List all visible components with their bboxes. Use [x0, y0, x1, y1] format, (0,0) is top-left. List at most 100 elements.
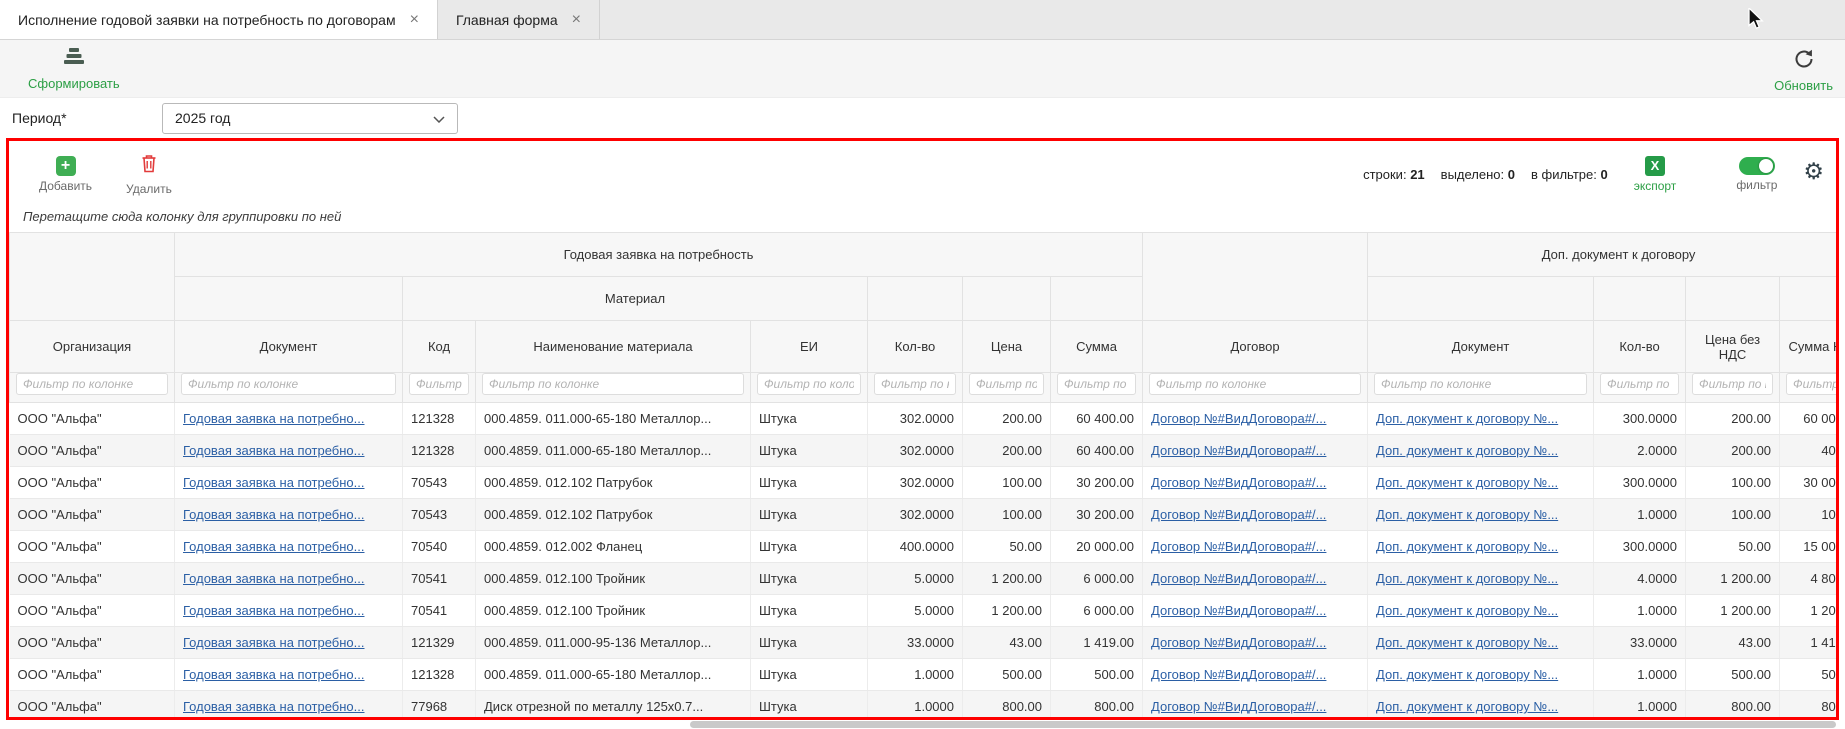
cell-link-doc2[interactable]: Доп. документ к договору №... [1376, 539, 1558, 554]
column-header-organization[interactable]: Организация [10, 321, 175, 373]
delete-button[interactable]: Удалить [126, 153, 172, 196]
gear-icon[interactable]: ⚙ [1803, 160, 1824, 183]
column-header-qty[interactable]: Кол-во [868, 321, 963, 373]
cell-link-doc2[interactable]: Доп. документ к договору №... [1376, 475, 1558, 490]
table-row[interactable]: ООО "Альфа"Годовая заявка на потребно...… [10, 659, 1837, 691]
cell-link-contract[interactable]: Договор №#ВидДоговора#/... [1151, 635, 1326, 650]
column-header-price[interactable]: Цена [963, 321, 1051, 373]
table-row[interactable]: ООО "Альфа"Годовая заявка на потребно...… [10, 499, 1837, 531]
cell-link-doc[interactable]: Годовая заявка на потребно... [183, 539, 365, 554]
generate-button[interactable]: Сформировать [28, 46, 120, 91]
cell-price2: 100.00 [1686, 499, 1780, 531]
cell-code: 70540 [403, 531, 476, 563]
cell-link-doc2[interactable]: Доп. документ к договору №... [1376, 699, 1558, 714]
table-row[interactable]: ООО "Альфа"Годовая заявка на потребно...… [10, 531, 1837, 563]
column-header-code[interactable]: Код [403, 321, 476, 373]
cell-link-doc2[interactable]: Доп. документ к договору №... [1376, 443, 1558, 458]
filter-input-qty[interactable] [874, 373, 956, 395]
column-header-qty2[interactable]: Кол-во [1594, 321, 1686, 373]
cell-price: 200.00 [963, 435, 1051, 467]
cell-link-contract[interactable]: Договор №#ВидДоговора#/... [1151, 603, 1326, 618]
cell-link-doc2[interactable]: Доп. документ к договору №... [1376, 635, 1558, 650]
cell-link-doc2[interactable]: Доп. документ к договору №... [1376, 603, 1558, 618]
column-header-sum[interactable]: Сумма [1051, 321, 1143, 373]
table-row[interactable]: ООО "Альфа"Годовая заявка на потребно...… [10, 595, 1837, 627]
tab-annual-request[interactable]: Исполнение годовой заявки на потребность… [0, 0, 438, 39]
cell-link-doc[interactable]: Годовая заявка на потребно... [183, 635, 365, 650]
filter-input-contract[interactable] [1149, 373, 1361, 395]
filter-toggle[interactable] [1739, 157, 1775, 175]
column-header-document2[interactable]: Документ [1368, 321, 1594, 373]
add-button[interactable]: + Добавить [39, 156, 92, 193]
selected-count: выделено: 0 [1441, 167, 1515, 182]
cell-link-doc[interactable]: Годовая заявка на потребно... [183, 667, 365, 682]
cell-doc2: Доп. документ к договору №... [1368, 691, 1594, 721]
cell-link-doc[interactable]: Годовая заявка на потребно... [183, 571, 365, 586]
cell-link-contract[interactable]: Договор №#ВидДоговора#/... [1151, 443, 1326, 458]
plus-icon: + [56, 156, 76, 176]
filter-input-qty2[interactable] [1600, 373, 1679, 395]
tab-close-icon[interactable]: × [410, 12, 419, 28]
table-row[interactable]: ООО "Альфа"Годовая заявка на потребно...… [10, 403, 1837, 435]
filter-input-organization[interactable] [16, 373, 168, 395]
cell-doc2: Доп. документ к договору №... [1368, 595, 1594, 627]
cell-doc: Годовая заявка на потребно... [175, 691, 403, 721]
filter-input-sum[interactable] [1057, 373, 1136, 395]
tab-close-icon[interactable]: × [572, 12, 581, 28]
cell-qty: 302.0000 [868, 435, 963, 467]
tab-main-form[interactable]: Главная форма × [438, 0, 600, 39]
cell-link-doc2[interactable]: Доп. документ к договору №... [1376, 411, 1558, 426]
cell-link-contract[interactable]: Договор №#ВидДоговора#/... [1151, 507, 1326, 522]
cell-link-contract[interactable]: Договор №#ВидДоговора#/... [1151, 699, 1326, 714]
table-row[interactable]: ООО "Альфа"Годовая заявка на потребно...… [10, 691, 1837, 721]
cell-material: 000.4859. 012.102 Патрубок [476, 499, 751, 531]
filter-input-document2[interactable] [1374, 373, 1587, 395]
cell-link-doc[interactable]: Годовая заявка на потребно... [183, 411, 365, 426]
group-header-extra-doc[interactable]: Доп. документ к договору [1368, 233, 1836, 277]
cell-link-doc[interactable]: Годовая заявка на потребно... [183, 699, 365, 714]
group-header-annual-request[interactable]: Годовая заявка на потребность [175, 233, 1143, 277]
filter-input-sum-vat[interactable] [1786, 373, 1836, 395]
filter-input-unit[interactable] [757, 373, 861, 395]
cell-link-doc2[interactable]: Доп. документ к договору №... [1376, 507, 1558, 522]
in-filter-count: в фильтре: 0 [1531, 167, 1608, 182]
filter-input-code[interactable] [409, 373, 469, 395]
cell-link-doc2[interactable]: Доп. документ к договору №... [1376, 571, 1558, 586]
filter-input-material[interactable] [482, 373, 744, 395]
column-header-unit[interactable]: ЕИ [751, 321, 868, 373]
table-row[interactable]: ООО "Альфа"Годовая заявка на потребно...… [10, 467, 1837, 499]
table-body: ООО "Альфа"Годовая заявка на потребно...… [10, 403, 1837, 721]
cell-link-contract[interactable]: Договор №#ВидДоговора#/... [1151, 475, 1326, 490]
filter-input-price[interactable] [969, 373, 1044, 395]
group-by-drop-zone[interactable]: Перетащите сюда колонку для группировки … [9, 203, 1836, 232]
cell-price2: 50.00 [1686, 531, 1780, 563]
cell-sum2: 500.00 [1780, 659, 1836, 691]
column-header-material-name[interactable]: Наименование материала [476, 321, 751, 373]
cell-link-contract[interactable]: Договор №#ВидДоговора#/... [1151, 571, 1326, 586]
cell-link-doc[interactable]: Годовая заявка на потребно... [183, 443, 365, 458]
period-select[interactable]: 2025 год [162, 103, 458, 134]
column-header-contract[interactable]: Договор [1143, 321, 1368, 373]
column-header-sum-vat[interactable]: Сумма НДС [1780, 321, 1836, 373]
horizontal-scrollbar[interactable] [690, 721, 1836, 728]
cell-link-doc[interactable]: Годовая заявка на потребно... [183, 507, 365, 522]
refresh-button[interactable]: Обновить [1774, 48, 1833, 93]
filter-input-price-no-vat[interactable] [1692, 373, 1773, 395]
main-toolbar: Сформировать Обновить [0, 40, 1845, 98]
cell-link-contract[interactable]: Договор №#ВидДоговора#/... [1151, 667, 1326, 682]
table-row[interactable]: ООО "Альфа"Годовая заявка на потребно...… [10, 435, 1837, 467]
group-header-material[interactable]: Материал [403, 277, 868, 321]
table-row[interactable]: ООО "Альфа"Годовая заявка на потребно...… [10, 627, 1837, 659]
table-row[interactable]: ООО "Альфа"Годовая заявка на потребно...… [10, 563, 1837, 595]
cell-link-contract[interactable]: Договор №#ВидДоговора#/... [1151, 411, 1326, 426]
cell-link-contract[interactable]: Договор №#ВидДоговора#/... [1151, 539, 1326, 554]
cell-link-doc2[interactable]: Доп. документ к договору №... [1376, 667, 1558, 682]
filter-input-document[interactable] [181, 373, 396, 395]
cell-link-doc[interactable]: Годовая заявка на потребно... [183, 603, 365, 618]
cell-sum2: 60 000.00 [1780, 403, 1836, 435]
export-button[interactable]: X экспорт [1634, 156, 1677, 193]
column-header-document[interactable]: Документ [175, 321, 403, 373]
column-header-price-no-vat[interactable]: Цена без НДС [1686, 321, 1780, 373]
cell-link-doc[interactable]: Годовая заявка на потребно... [183, 475, 365, 490]
cell-doc2: Доп. документ к договору №... [1368, 435, 1594, 467]
